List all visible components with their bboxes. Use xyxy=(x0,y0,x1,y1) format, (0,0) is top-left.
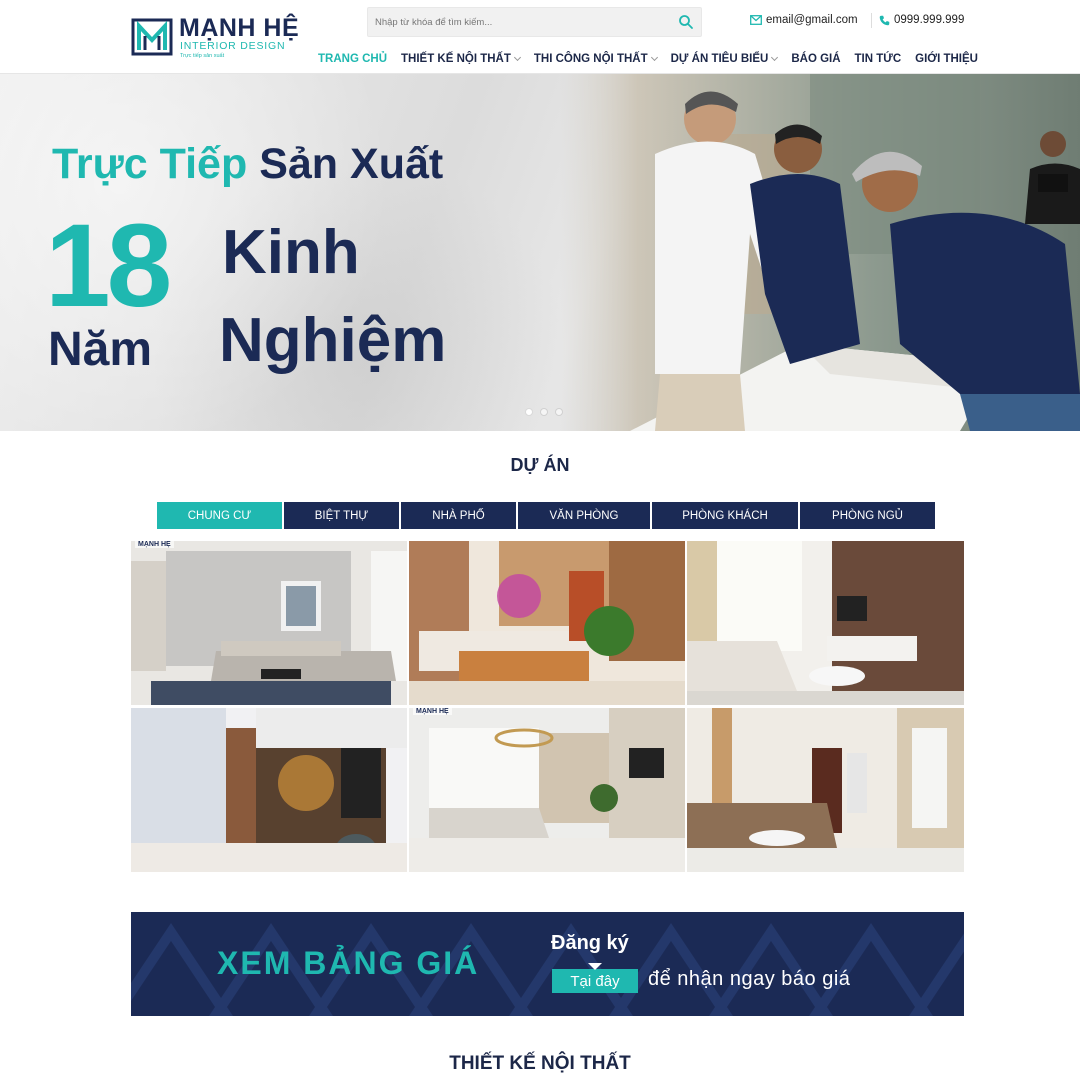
chevron-down-icon xyxy=(650,53,658,62)
hero-text-san-xuat: Sản Xuất xyxy=(259,140,444,188)
hero-slider[interactable]: Trực Tiếp Sản Xuất 18 Kinh Năm Nghiệm xyxy=(0,74,1080,431)
tab-biet-thu[interactable]: BIỆT THỰ xyxy=(284,502,399,529)
hero-text-nam: Năm xyxy=(48,323,153,376)
project-image xyxy=(409,541,685,705)
banner-here-button[interactable]: Tại đây xyxy=(552,969,638,993)
project-tile[interactable] xyxy=(687,541,964,705)
chevron-down-icon xyxy=(513,53,521,62)
envelope-icon xyxy=(750,15,762,25)
slider-dots xyxy=(525,408,563,416)
project-image xyxy=(131,541,407,705)
tab-nha-pho[interactable]: NHÀ PHỐ xyxy=(401,502,516,529)
nav-item-pricing[interactable]: BÁO GIÁ xyxy=(791,51,840,67)
hero-photo xyxy=(560,74,1080,431)
project-grid: MẠNH HỆ MẠNH HỆ xyxy=(131,541,964,873)
nav-label: GIỚI THIỆU xyxy=(915,53,978,65)
nav-label: BÁO GIÁ xyxy=(791,53,841,65)
nav-item-news[interactable]: TIN TỨC xyxy=(855,51,902,67)
project-tile[interactable] xyxy=(409,541,685,705)
tile-watermark: MẠNH HỆ xyxy=(413,708,452,715)
hero-text-nghiem: Nghiệm xyxy=(219,306,447,375)
email-link[interactable]: email@gmail.com xyxy=(750,14,858,26)
brand-name: MẠNH HỆ xyxy=(179,14,300,42)
banner-arrow xyxy=(588,963,602,970)
nav-item-about[interactable]: GIỚI THIỆU xyxy=(915,51,978,67)
hero-text-kinh: Kinh xyxy=(222,218,360,287)
brand-subtitle: INTERIOR DESIGN xyxy=(180,40,286,52)
logo-mark-icon xyxy=(131,18,173,56)
phone-link[interactable]: 0999.999.999 xyxy=(879,14,964,26)
main-nav: TRANG CHỦ THIẾT KẾ NỘI THẤT THI CÔNG NỘI… xyxy=(318,51,978,67)
search-icon[interactable] xyxy=(678,14,694,30)
search-input[interactable] xyxy=(368,8,668,36)
hero-text-truc-tiep: Trực Tiếp xyxy=(52,140,248,188)
phone-icon xyxy=(879,15,890,25)
banner-register-text: Đăng ký xyxy=(551,932,629,954)
nav-label: THI CÔNG NỘI THẤT xyxy=(533,53,648,65)
project-tile[interactable]: MẠNH HỆ xyxy=(131,541,407,705)
tab-chung-cu[interactable]: CHUNG CƯ xyxy=(157,502,282,529)
phone-text: 0999.999.999 xyxy=(894,14,965,26)
tab-phong-khach[interactable]: PHÒNG KHÁCH xyxy=(652,502,798,529)
contact-divider xyxy=(871,13,872,28)
tab-van-phong[interactable]: VĂN PHÒNG xyxy=(518,502,650,529)
brand-logo[interactable]: MẠNH HỆ INTERIOR DESIGN Trực tiếp sản xu… xyxy=(131,14,301,62)
brand-tagline: Trực tiếp sản xuất xyxy=(180,53,225,59)
project-tabs: CHUNG CƯ BIỆT THỰ NHÀ PHỐ VĂN PHÒNG PHÒN… xyxy=(157,502,935,529)
project-image xyxy=(687,541,964,705)
interior-design-title: THIẾT KẾ NỘI THẤT xyxy=(449,1053,631,1074)
tab-phong-ngu[interactable]: PHÒNG NGỦ xyxy=(800,502,935,529)
project-image xyxy=(687,708,964,872)
hero-number: 18 xyxy=(45,200,172,332)
banner-subtext: để nhận ngay báo giá xyxy=(648,968,851,990)
project-tile[interactable] xyxy=(687,708,964,872)
site-header: MẠNH HỆ INTERIOR DESIGN Trực tiếp sản xu… xyxy=(0,0,1080,74)
search-box xyxy=(367,7,702,37)
nav-item-interior-design[interactable]: THIẾT KẾ NỘI THẤT xyxy=(401,51,521,67)
project-tile[interactable] xyxy=(131,708,407,872)
price-banner[interactable]: XEM BẢNG GIÁ Đăng ký Tại đây để nhận nga… xyxy=(131,912,964,1016)
nav-item-featured-projects[interactable]: DỰ ÁN TIÊU BIỂU xyxy=(670,51,779,67)
project-image xyxy=(409,708,685,872)
slider-dot[interactable] xyxy=(525,408,533,416)
hero-headline-1: Trực Tiếp Sản Xuất xyxy=(52,140,443,188)
banner-cta-text: XEM BẢNG GIÁ xyxy=(217,945,480,981)
nav-label: DỰ ÁN TIÊU BIỂU xyxy=(670,53,769,65)
slider-dot[interactable] xyxy=(555,408,563,416)
projects-title: DỰ ÁN xyxy=(510,455,570,475)
nav-item-construction[interactable]: THI CÔNG NỘI THẤT xyxy=(533,51,658,67)
nav-label: THIẾT KẾ NỘI THẤT xyxy=(401,53,511,65)
tile-watermark: MẠNH HỆ xyxy=(135,541,174,548)
project-tile[interactable]: MẠNH HỆ xyxy=(409,708,685,872)
email-text: email@gmail.com xyxy=(766,14,858,26)
nav-label: TIN TỨC xyxy=(854,53,902,65)
chevron-down-icon xyxy=(771,53,779,62)
slider-dot[interactable] xyxy=(540,408,548,416)
nav-label: TRANG CHỦ xyxy=(318,53,387,65)
nav-item-home[interactable]: TRANG CHỦ xyxy=(318,51,387,67)
project-image xyxy=(131,708,407,872)
